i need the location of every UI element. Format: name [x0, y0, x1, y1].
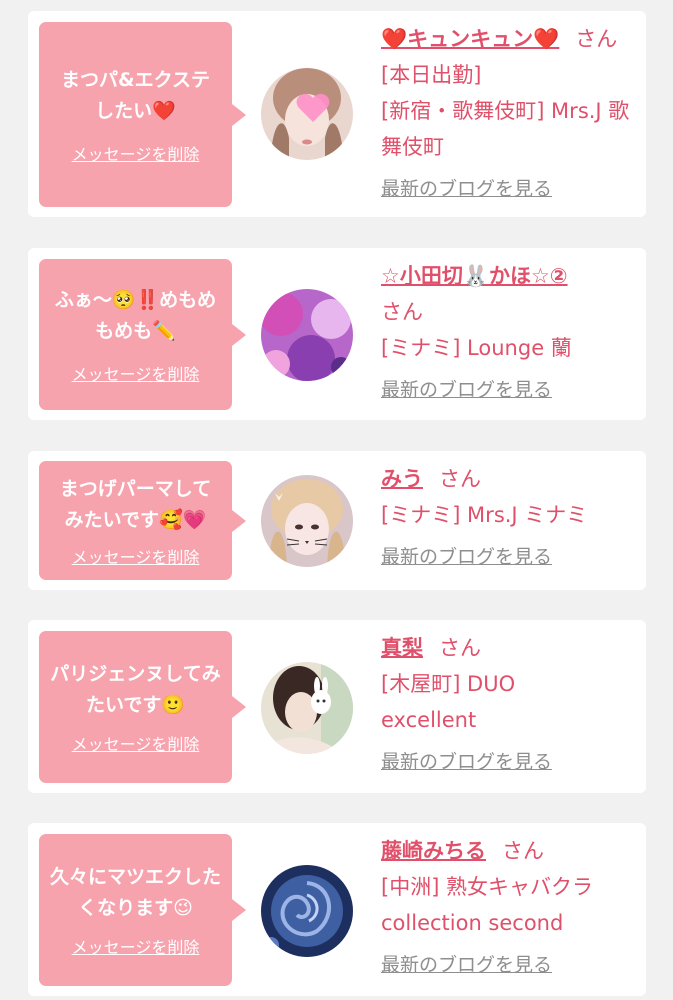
shop-name: [ミナミ] Mrs.J ミナミ: [381, 503, 588, 527]
shop-name: [ミナミ] Lounge 蘭: [381, 336, 572, 360]
name-suffix: さん: [439, 636, 481, 660]
girl-photo-bunny-sticker-icon: [261, 662, 353, 754]
message-card: パリジェンヌしてみたいです🙂 メッセージを削除 真梨 さん [木屋町] DUO e…: [28, 620, 646, 793]
avatar[interactable]: [261, 662, 353, 754]
blog-link[interactable]: 最新のブログを見る: [381, 744, 636, 780]
avatar[interactable]: [261, 289, 353, 381]
girl-photo-heart-sticker-icon: [261, 68, 353, 160]
hostess-info: 藤崎みちる さん [中洲] 熟女キャバクラ collection second 最…: [381, 833, 636, 983]
delete-message-link[interactable]: メッセージを削除: [72, 544, 200, 568]
purple-floral-photo-icon: [261, 289, 353, 381]
name-suffix: さん: [381, 300, 423, 324]
message-bubble: 久々にマツエクしたくなります😉 メッセージを削除: [39, 834, 246, 986]
hostess-name-link[interactable]: 藤崎みちる: [381, 839, 486, 863]
hostess-name-link[interactable]: ☆小田切🐰かほ☆②: [381, 264, 568, 288]
shop-name: [中洲] 熟女キャバクラ collection second: [381, 875, 594, 935]
blue-rose-photo-icon: [261, 865, 353, 957]
shop-name: [木屋町] DUO excellent: [381, 672, 516, 732]
avatar[interactable]: [261, 475, 353, 567]
blog-link[interactable]: 最新のブログを見る: [381, 372, 636, 408]
hostess-info: ❤️キュンキュン❤️ さん[本日出勤] [新宿・歌舞伎町] Mrs.J 歌舞伎町 …: [381, 21, 636, 207]
hostess-name-link[interactable]: ❤️キュンキュン❤️: [381, 27, 559, 51]
message-card: ふぁ〜🥺‼️めもめもめも✏️ メッセージを削除 ☆小田切🐰かほ☆② さん [ミナ…: [28, 248, 646, 420]
message-text: まつパ&エクステしたい❤️: [61, 68, 210, 122]
message-text: 久々にマツエクしたくなります😉: [49, 866, 221, 919]
blog-link[interactable]: 最新のブログを見る: [381, 947, 636, 983]
name-suffix: さん: [502, 839, 544, 863]
delete-message-link[interactable]: メッセージを削除: [72, 361, 200, 385]
delete-message-link[interactable]: メッセージを削除: [72, 141, 200, 165]
message-bubble: まつげパーマしてみたいです🥰💗 メッセージを削除: [39, 461, 246, 580]
message-text: まつげパーマしてみたいです🥰💗: [59, 477, 212, 531]
blog-link[interactable]: 最新のブログを見る: [381, 539, 636, 575]
message-text: パリジェンヌしてみたいです🙂: [50, 663, 221, 716]
message-text: ふぁ〜🥺‼️めもめもめも✏️: [54, 288, 217, 342]
hostess-info: みう さん [ミナミ] Mrs.J ミナミ 最新のブログを見る: [381, 461, 636, 575]
message-bubble: まつパ&エクステしたい❤️ メッセージを削除: [39, 22, 246, 207]
hostess-name-link[interactable]: みう: [381, 467, 423, 491]
message-bubble: ふぁ〜🥺‼️めもめもめも✏️ メッセージを削除: [39, 259, 246, 410]
blog-link[interactable]: 最新のブログを見る: [381, 171, 636, 207]
hostess-info: 真梨 さん [木屋町] DUO excellent 最新のブログを見る: [381, 630, 636, 780]
message-card: まつげパーマしてみたいです🥰💗 メッセージを削除 みう さん [ミナミ] Mrs.…: [28, 451, 646, 590]
delete-message-link[interactable]: メッセージを削除: [72, 731, 200, 755]
hostess-name-link[interactable]: 真梨: [381, 636, 423, 660]
hostess-info: ☆小田切🐰かほ☆② さん [ミナミ] Lounge 蘭 最新のブログを見る: [381, 258, 636, 408]
message-card: 久々にマツエクしたくなります😉 メッセージを削除 藤崎みちる さん [中洲] 熟女…: [28, 823, 646, 996]
message-card: まつパ&エクステしたい❤️ メッセージを削除 ❤️キュンキュン❤️ さん[本日出勤…: [28, 11, 646, 217]
message-bubble: パリジェンヌしてみたいです🙂 メッセージを削除: [39, 631, 246, 783]
avatar[interactable]: [261, 865, 353, 957]
avatar[interactable]: [261, 68, 353, 160]
name-suffix: さん: [439, 467, 481, 491]
delete-message-link[interactable]: メッセージを削除: [72, 934, 200, 958]
shop-name: [新宿・歌舞伎町] Mrs.J 歌舞伎町: [381, 99, 630, 159]
girl-photo-cat-filter-icon: [261, 475, 353, 567]
